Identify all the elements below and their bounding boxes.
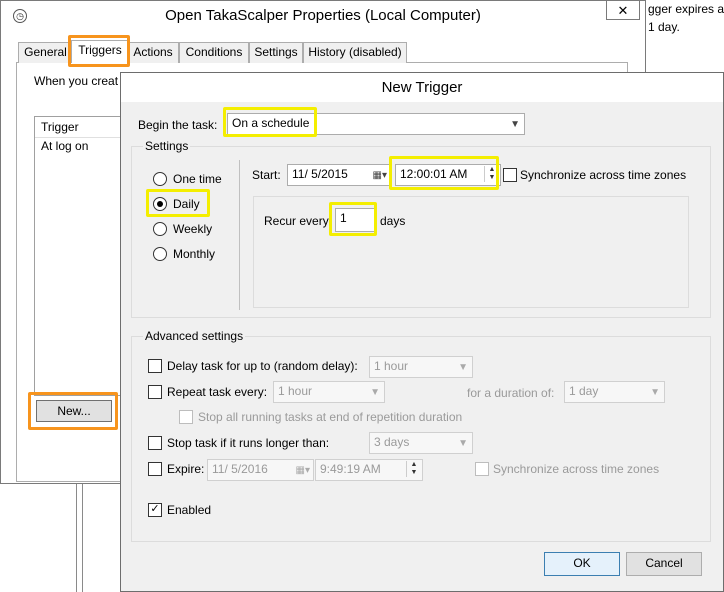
stop-longer-select[interactable]: 3 days ▼ — [369, 432, 473, 454]
expire-time-value: 9:49:19 AM — [320, 462, 381, 476]
tab-history[interactable]: History (disabled) — [303, 42, 407, 63]
stop-running-checkbox[interactable] — [179, 410, 193, 424]
one-time-radio[interactable] — [153, 172, 167, 186]
chevron-down-icon: ▼ — [458, 438, 468, 449]
recur-every-label: Recur every: — [264, 214, 333, 228]
repeat-value: 1 hour — [278, 384, 313, 398]
weekly-radio[interactable] — [153, 222, 167, 236]
chevron-down-icon: ▼ — [650, 387, 660, 398]
tab-general[interactable]: General — [18, 42, 73, 63]
new-trigger-title: New Trigger — [381, 79, 463, 96]
expire-date-picker[interactable]: 11/ 5/2016 ▦▾ — [207, 459, 314, 481]
monthly-label[interactable]: Monthly — [173, 247, 215, 261]
enabled-label[interactable]: Enabled — [167, 503, 211, 517]
properties-title: Open TakaScalper Properties (Local Compu… — [165, 7, 481, 24]
expire-label[interactable]: Expire: — [167, 462, 204, 476]
stop-running-label[interactable]: Stop all running tasks at end of repetit… — [198, 410, 462, 424]
ok-button[interactable]: OK — [544, 552, 620, 576]
expire-time-field[interactable]: 9:49:19 AM ▲ ▼ — [315, 459, 423, 481]
start-time-highlight — [389, 156, 499, 190]
delay-select[interactable]: 1 hour ▼ — [369, 356, 473, 378]
properties-close-button[interactable]: ✕ — [606, 0, 640, 20]
delay-checkbox[interactable] — [148, 359, 162, 373]
tab-conditions[interactable]: Conditions — [179, 42, 249, 63]
recur-unit-label: days — [380, 214, 406, 228]
calendar-icon[interactable]: ▦▾ — [296, 462, 310, 480]
time-spinner-icon[interactable]: ▲ ▼ — [406, 461, 421, 477]
chevron-down-icon: ▼ — [510, 119, 520, 130]
expire-date-value: 11/ 5/2016 — [212, 462, 268, 476]
expire-sync-label[interactable]: Synchronize across time zones — [493, 462, 659, 476]
enabled-checkbox[interactable]: ✓ — [148, 503, 162, 517]
one-day-text: 1 day. — [648, 20, 680, 34]
monthly-radio[interactable] — [153, 247, 167, 261]
expire-sync-checkbox[interactable] — [475, 462, 489, 476]
new-trigger-client: Begin the task: On a schedule ▼ Settings… — [121, 102, 723, 591]
stop-longer-value: 3 days — [374, 435, 410, 449]
tab-settings[interactable]: Settings — [249, 42, 303, 63]
duration-value: 1 day — [569, 384, 599, 398]
repeat-label[interactable]: Repeat task every: — [167, 385, 267, 399]
delay-label[interactable]: Delay task for up to (random delay): — [167, 359, 358, 373]
start-date-picker[interactable]: 11/ 5/2015 ▦▾ — [287, 164, 391, 186]
begin-task-highlight — [223, 107, 317, 137]
delay-value: 1 hour — [374, 359, 409, 373]
trigger-expires-text: gger expires at — [648, 2, 724, 16]
duration-label: for a duration of: — [467, 386, 555, 400]
daily-highlight — [146, 189, 210, 217]
one-time-label[interactable]: One time — [173, 172, 222, 186]
trigger-list[interactable]: Trigger At log on — [34, 116, 135, 396]
stop-longer-checkbox[interactable] — [148, 436, 162, 450]
weekly-label[interactable]: Weekly — [173, 222, 212, 236]
duration-select[interactable]: 1 day ▼ — [564, 381, 665, 403]
chevron-down-icon: ▼ — [370, 387, 380, 398]
settings-divider — [239, 160, 240, 310]
settings-label: Settings — [143, 139, 191, 153]
background-line — [76, 484, 77, 592]
start-label: Start: — [252, 168, 281, 182]
triggers-description: When you creat — [34, 74, 119, 88]
chevron-down-icon: ▼ — [458, 362, 468, 373]
recur-panel — [253, 196, 689, 308]
repeat-select[interactable]: 1 hour ▼ — [273, 381, 385, 403]
start-date-value: 11/ 5/2015 — [292, 167, 348, 181]
begin-task-label: Begin the task: — [138, 118, 218, 132]
sync-timezones-checkbox[interactable] — [503, 168, 517, 182]
cancel-button[interactable]: Cancel — [626, 552, 702, 576]
expire-checkbox[interactable] — [148, 462, 162, 476]
new-button-highlight — [28, 392, 118, 430]
tab-actions[interactable]: Actions — [127, 42, 179, 63]
calendar-icon[interactable]: ▦▾ — [373, 167, 387, 185]
stop-longer-label[interactable]: Stop task if it runs longer than: — [167, 436, 329, 450]
triggers-tab-highlight — [68, 35, 130, 67]
sync-timezones-label[interactable]: Synchronize across time zones — [520, 168, 686, 182]
properties-titlebar: ◷ Open TakaScalper Properties (Local Com… — [1, 1, 645, 31]
advanced-settings-label: Advanced settings — [143, 329, 246, 343]
recur-highlight — [329, 202, 377, 236]
background-line — [82, 484, 83, 592]
repeat-checkbox[interactable] — [148, 385, 162, 399]
